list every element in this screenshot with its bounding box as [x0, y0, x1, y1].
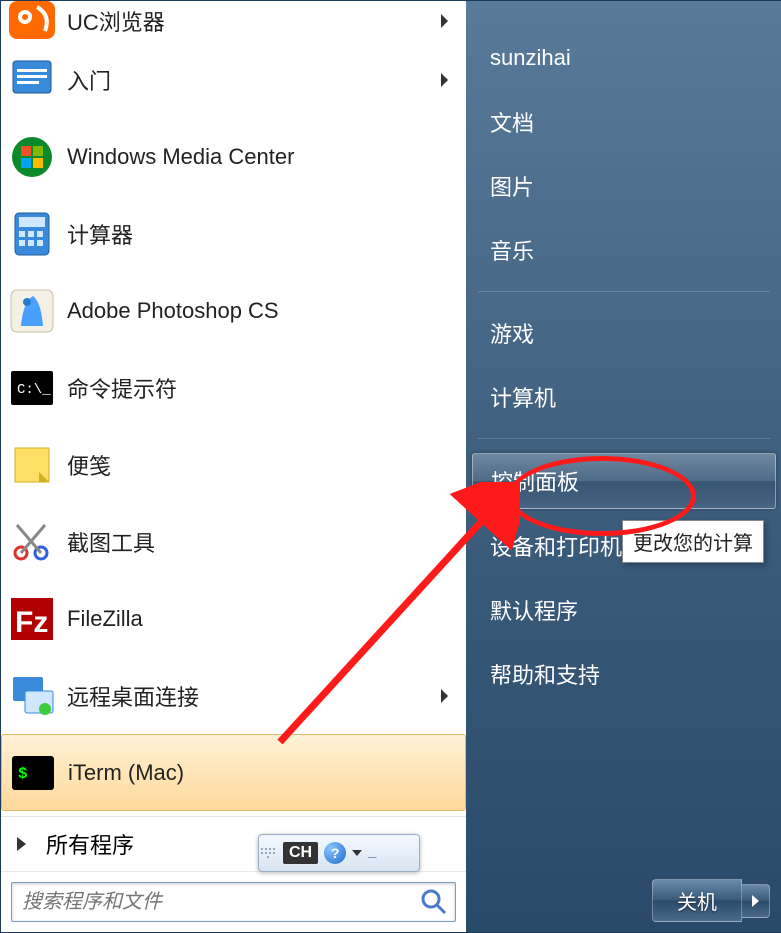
chevron-right-icon: [752, 895, 759, 907]
tooltip: 更改您的计算: [622, 520, 764, 563]
start-menu-left-panel: UC浏览器 入门 Windows Media Center: [1, 1, 466, 932]
program-label: 入门: [67, 64, 111, 96]
getting-started-icon: [7, 55, 57, 105]
sticky-notes-icon: [7, 440, 57, 490]
program-label: 便笺: [67, 449, 111, 481]
command-prompt-icon: C:\_: [7, 363, 57, 413]
program-item-iterm[interactable]: $ iTerm (Mac): [1, 734, 466, 811]
program-label: Adobe Photoshop CS: [67, 298, 279, 324]
all-programs-label: 所有程序: [46, 828, 134, 860]
help-icon[interactable]: ?: [324, 842, 346, 864]
right-item-control-panel[interactable]: 控制面板: [472, 453, 776, 509]
program-item-cmd[interactable]: C:\_ 命令提示符: [1, 349, 466, 426]
search-area: [1, 871, 466, 932]
submenu-arrow-icon: [441, 73, 448, 87]
right-item-music[interactable]: 音乐: [466, 223, 781, 277]
right-item-documents[interactable]: 文档: [466, 95, 781, 149]
program-item-rdp[interactable]: 远程桌面连接: [1, 657, 466, 734]
search-icon: [419, 887, 449, 917]
shutdown-options-button[interactable]: [742, 884, 770, 918]
program-label: 截图工具: [67, 526, 155, 558]
svg-text:Fz: Fz: [15, 606, 48, 639]
minimize-icon[interactable]: _: [368, 845, 376, 861]
program-label: UC浏览器: [67, 5, 165, 37]
submenu-arrow-icon: [441, 14, 448, 28]
search-input[interactable]: [12, 891, 419, 914]
search-box[interactable]: [11, 882, 456, 922]
right-item-username[interactable]: sunzihai: [466, 31, 781, 85]
start-menu-right-panel: sunzihai 文档 图片 音乐 游戏 计算机 控制面板 设备和打印机 默认程…: [466, 1, 781, 932]
chevron-right-icon: [17, 837, 26, 851]
calculator-icon: [7, 209, 57, 259]
program-label: iTerm (Mac): [68, 760, 184, 786]
shutdown-area: 关机: [652, 879, 770, 922]
program-item-snipping[interactable]: 截图工具: [1, 503, 466, 580]
program-label: 命令提示符: [67, 372, 177, 404]
program-label: 远程桌面连接: [67, 680, 199, 712]
right-item-help[interactable]: 帮助和支持: [466, 647, 781, 701]
windows-media-center-icon: [7, 132, 57, 182]
program-item-calculator[interactable]: 计算器: [1, 195, 466, 272]
separator: [478, 291, 770, 292]
grip-icon[interactable]: [259, 835, 277, 871]
remote-desktop-icon: [7, 671, 57, 721]
start-menu: UC浏览器 入门 Windows Media Center: [0, 0, 781, 933]
program-item-uc[interactable]: UC浏览器: [1, 1, 466, 41]
right-item-pictures[interactable]: 图片: [466, 159, 781, 213]
shutdown-button[interactable]: 关机: [652, 879, 742, 922]
right-item-computer[interactable]: 计算机: [466, 370, 781, 424]
submenu-arrow-icon: [441, 689, 448, 703]
svg-text:C:\_: C:\_: [17, 382, 51, 398]
program-label: 计算器: [67, 218, 133, 250]
filezilla-icon: Fz: [7, 594, 57, 644]
right-item-default-programs[interactable]: 默认程序: [466, 583, 781, 637]
svg-text:$: $: [18, 765, 28, 783]
program-item-getting-started[interactable]: 入门: [1, 41, 466, 118]
chevron-down-icon[interactable]: [352, 850, 362, 856]
program-item-filezilla[interactable]: Fz FileZilla: [1, 580, 466, 657]
separator: [478, 438, 770, 439]
iterm-icon: $: [8, 748, 58, 798]
snipping-tool-icon: [7, 517, 57, 567]
photoshop-icon: [7, 286, 57, 336]
program-item-photoshop[interactable]: Adobe Photoshop CS: [1, 272, 466, 349]
ime-indicator[interactable]: CH: [283, 842, 318, 864]
program-item-wmc[interactable]: Windows Media Center: [1, 118, 466, 195]
uc-browser-icon: [7, 1, 57, 46]
right-item-games[interactable]: 游戏: [466, 306, 781, 360]
program-list: UC浏览器 入门 Windows Media Center: [1, 1, 466, 816]
language-bar[interactable]: CH ? _: [258, 834, 420, 872]
program-label: FileZilla: [67, 606, 143, 632]
program-label: Windows Media Center: [67, 144, 294, 170]
program-item-sticky-notes[interactable]: 便笺: [1, 426, 466, 503]
